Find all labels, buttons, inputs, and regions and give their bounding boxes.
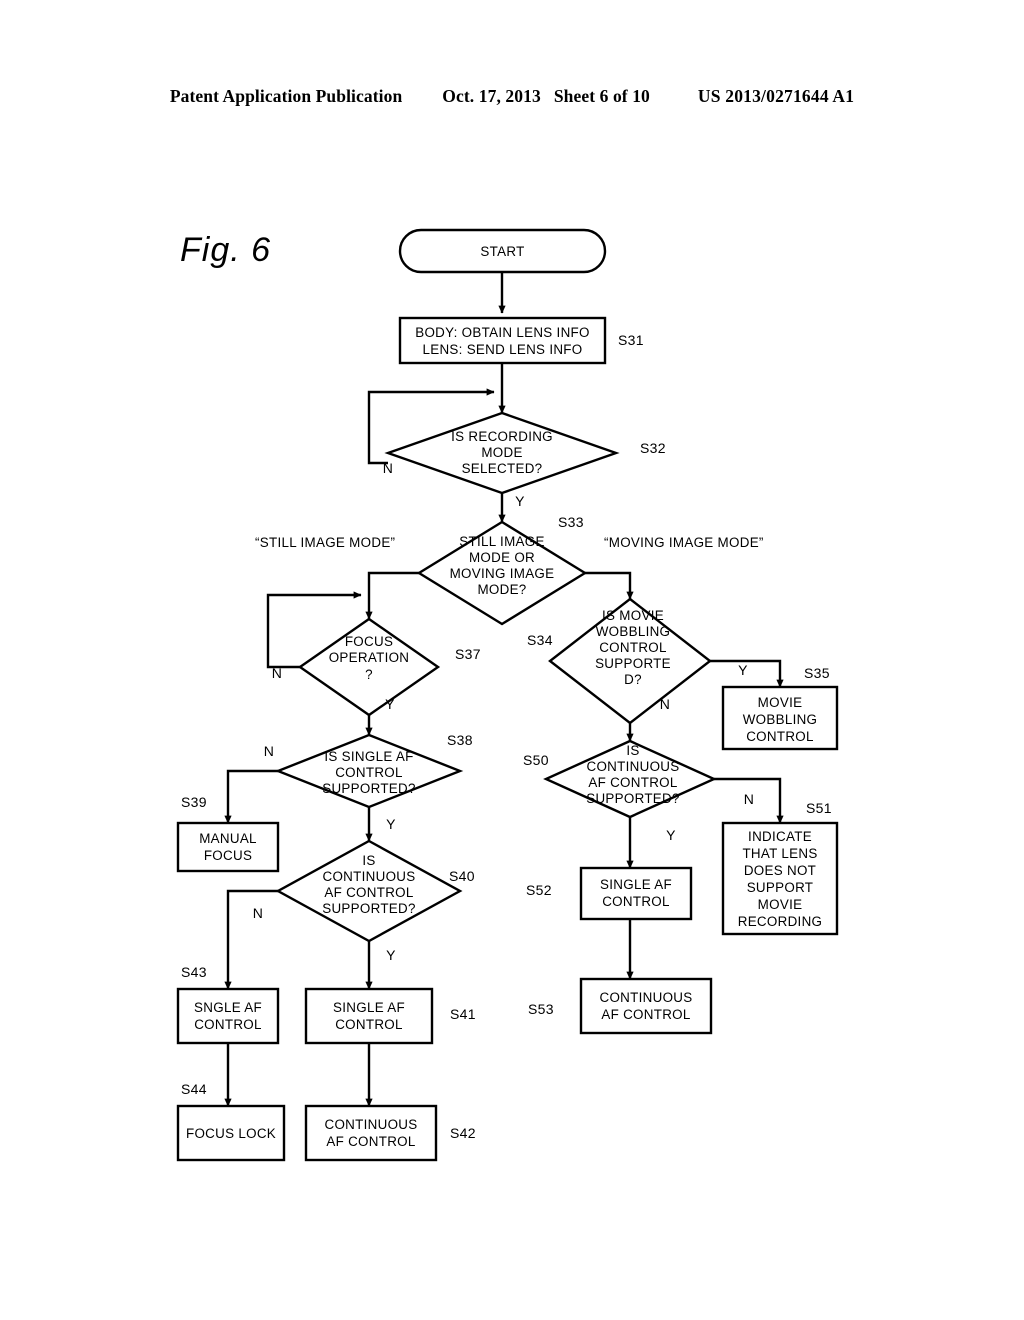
node-s53-line2: AF CONTROL xyxy=(601,1007,690,1022)
step-id-s51: S51 xyxy=(806,800,832,816)
step-id-s37: S37 xyxy=(455,646,481,662)
branch-label-s32-n: N xyxy=(383,460,393,476)
branch-label-s34-y: Y xyxy=(738,662,748,678)
node-s38-line3: SUPPORTED? xyxy=(322,781,416,796)
node-s37-line3: ? xyxy=(365,667,373,682)
step-id-s39: S39 xyxy=(181,794,207,810)
node-s41: SINGLE AF CONTROL S41 xyxy=(304,987,476,1045)
node-start-label: START xyxy=(480,244,524,259)
node-s40-line1: IS xyxy=(362,853,375,868)
node-s50: IS CONTINUOUS AF CONTROL SUPPORTED? S50 … xyxy=(523,739,754,843)
node-s33-line2: MODE OR xyxy=(469,550,535,565)
node-s32-line1: IS RECORDING xyxy=(451,429,553,444)
node-s41-line1: SINGLE AF xyxy=(333,1000,405,1015)
branch-label-s50-y: Y xyxy=(666,827,676,843)
node-s32: IS RECORDING MODE SELECTED? S32 N Y xyxy=(383,411,666,509)
node-s34-line3: CONTROL xyxy=(599,640,667,655)
step-id-s50: S50 xyxy=(523,752,549,768)
node-s37: FOCUS OPERATION ? S37 N Y xyxy=(272,617,481,717)
node-s34-line4: SUPPORTE xyxy=(595,656,671,671)
branch-label-s37-y: Y xyxy=(385,696,395,712)
node-s51-line4: SUPPORT xyxy=(747,880,814,895)
branch-label-s38-y: Y xyxy=(386,816,396,832)
node-s38-line2: CONTROL xyxy=(335,765,403,780)
node-s37-line1: FOCUS xyxy=(345,634,393,649)
step-id-s31: S31 xyxy=(618,332,644,348)
step-id-s41: S41 xyxy=(450,1006,476,1022)
node-s43-line2: CONTROL xyxy=(194,1017,262,1032)
step-id-s34: S34 xyxy=(527,632,553,648)
step-id-s35: S35 xyxy=(804,665,830,681)
step-id-s33: S33 xyxy=(558,514,584,530)
mode-label-still-image: “STILL IMAGE MODE” xyxy=(255,535,395,550)
node-s34-line5: D? xyxy=(624,672,642,687)
node-s51-line6: RECORDING xyxy=(738,914,823,929)
step-id-s52: S52 xyxy=(526,882,552,898)
branch-label-s37-n: N xyxy=(272,665,282,681)
node-s42-line1: CONTINUOUS xyxy=(324,1117,417,1132)
node-s31-line2: LENS: SEND LENS INFO xyxy=(422,342,582,357)
node-s35-line2: WOBBLING xyxy=(743,712,818,727)
node-s43-line1: SNGLE AF xyxy=(194,1000,262,1015)
node-start: START xyxy=(398,228,607,274)
node-s40-line2: CONTINUOUS xyxy=(322,869,415,884)
node-s50-line1: IS xyxy=(626,743,639,758)
node-s51-line1: INDICATE xyxy=(748,829,812,844)
node-s33-line1: STILL IMAGE xyxy=(459,534,544,549)
node-s39-line2: FOCUS xyxy=(204,848,252,863)
node-s42: CONTINUOUS AF CONTROL S42 xyxy=(304,1104,476,1162)
branch-label-s32-y: Y xyxy=(515,493,525,509)
node-s33: STILL IMAGE MODE OR MOVING IMAGE MODE? S… xyxy=(255,514,764,626)
node-s52-line2: CONTROL xyxy=(602,894,670,909)
node-s35-line1: MOVIE xyxy=(758,695,803,710)
node-s35-line3: CONTROL xyxy=(746,729,814,744)
node-s51-line2: THAT LENS xyxy=(742,846,817,861)
mode-label-moving-image: “MOVING IMAGE MODE” xyxy=(604,535,764,550)
branch-label-s40-n: N xyxy=(253,905,263,921)
node-s34-line2: WOBBLING xyxy=(596,624,671,639)
edge-s33-moving-to-s34 xyxy=(585,571,634,600)
branch-label-s38-n: N xyxy=(264,743,274,759)
node-s53-line1: CONTINUOUS xyxy=(599,990,692,1005)
node-s52-line1: SINGLE AF xyxy=(600,877,672,892)
node-s39-line1: MANUAL xyxy=(199,831,257,846)
node-s33-line3: MOVING IMAGE xyxy=(450,566,555,581)
node-s42-line2: AF CONTROL xyxy=(326,1134,415,1149)
branch-label-s34-n: N xyxy=(660,696,670,712)
node-s52: SINGLE AF CONTROL S52 xyxy=(526,866,693,921)
node-s31-line1: BODY: OBTAIN LENS INFO xyxy=(415,325,590,340)
step-id-s40: S40 xyxy=(449,868,475,884)
node-s41-line2: CONTROL xyxy=(335,1017,403,1032)
branch-label-s40-y: Y xyxy=(386,947,396,963)
node-s40-line4: SUPPORTED? xyxy=(322,901,416,916)
node-s44: FOCUS LOCK S44 xyxy=(176,1081,286,1162)
node-s51-line3: DOES NOT xyxy=(744,863,816,878)
node-s33-line4: MODE? xyxy=(477,582,526,597)
node-s38-line1: IS SINGLE AF xyxy=(324,749,413,764)
branch-label-s50-n: N xyxy=(744,791,754,807)
step-id-s53: S53 xyxy=(528,1001,554,1017)
node-s40-line3: AF CONTROL xyxy=(324,885,413,900)
step-id-s32: S32 xyxy=(640,440,666,456)
node-s32-line2: MODE xyxy=(481,445,522,460)
node-s50-line2: CONTINUOUS xyxy=(586,759,679,774)
step-id-s44: S44 xyxy=(181,1081,207,1097)
step-id-s38: S38 xyxy=(447,732,473,748)
edge-s33-still-to-merge xyxy=(367,571,419,595)
node-s37-line2: OPERATION xyxy=(329,650,410,665)
node-s31: BODY: OBTAIN LENS INFO LENS: SEND LENS I… xyxy=(398,316,644,365)
node-s32-line3: SELECTED? xyxy=(462,461,543,476)
flowchart-figure-6: START BODY: OBTAIN LENS INFO LENS: SEND … xyxy=(176,228,839,1162)
node-s50-line4: SUPPORTED? xyxy=(586,791,680,806)
step-id-s42: S42 xyxy=(450,1125,476,1141)
node-s50-line3: AF CONTROL xyxy=(588,775,677,790)
node-s51-line5: MOVIE xyxy=(758,897,803,912)
node-s40: IS CONTINUOUS AF CONTROL SUPPORTED? S40 … xyxy=(253,839,475,963)
node-s44-line1: FOCUS LOCK xyxy=(186,1126,276,1141)
edge-s38-n-to-s39 xyxy=(224,769,278,824)
node-s34-line1: IS MOVIE xyxy=(602,608,664,623)
step-id-s43: S43 xyxy=(181,964,207,980)
node-s53: CONTINUOUS AF CONTROL S53 xyxy=(528,977,713,1035)
